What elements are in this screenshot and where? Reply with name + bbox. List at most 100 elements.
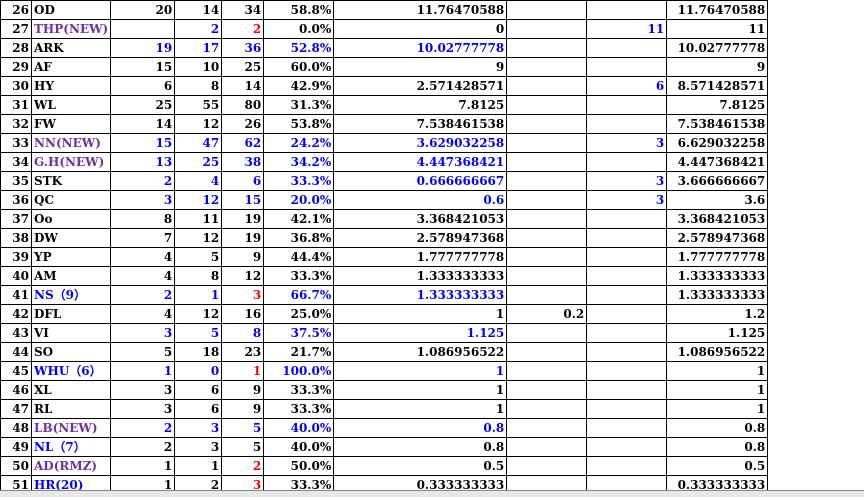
value-b-cell[interactable]: 12 <box>174 228 223 248</box>
ratio-cell[interactable]: 1 <box>333 399 508 419</box>
total-count-cell[interactable]: 5 <box>221 437 265 457</box>
ratio-cell[interactable]: 7.538461538 <box>333 114 508 134</box>
total-score-cell[interactable]: 2.578947368 <box>666 228 769 248</box>
extra-1-cell[interactable] <box>506 228 588 248</box>
total-score-cell[interactable]: 7.538461538 <box>666 114 769 134</box>
extra-1-cell[interactable] <box>506 95 588 115</box>
ratio-cell[interactable]: 0.8 <box>333 418 508 438</box>
name-cell[interactable]: THP(NEW) <box>30 19 112 39</box>
name-cell[interactable]: SO <box>30 342 112 362</box>
ratio-cell[interactable]: 4.447368421 <box>333 152 508 172</box>
percent-cell[interactable]: 58.8% <box>263 0 335 20</box>
extra-2-cell[interactable] <box>586 399 668 419</box>
extra-2-cell[interactable] <box>586 304 668 324</box>
value-a-cell[interactable]: 14 <box>110 114 176 134</box>
extra-2-cell[interactable]: 3 <box>586 171 668 191</box>
percent-cell[interactable]: 24.2% <box>263 133 335 153</box>
value-b-cell[interactable]: 11 <box>174 209 223 229</box>
value-b-cell[interactable]: 14 <box>174 0 223 20</box>
value-a-cell[interactable]: 15 <box>110 133 176 153</box>
ratio-cell[interactable]: 1 <box>333 361 508 381</box>
extra-1-cell[interactable] <box>506 57 588 77</box>
value-b-cell[interactable]: 3 <box>174 418 223 438</box>
total-score-cell[interactable]: 3.368421053 <box>666 209 769 229</box>
value-a-cell[interactable]: 6 <box>110 76 176 96</box>
percent-cell[interactable]: 42.9% <box>263 76 335 96</box>
total-score-cell[interactable]: 7.8125 <box>666 95 769 115</box>
ratio-cell[interactable]: 11.76470588 <box>333 0 508 20</box>
extra-2-cell[interactable]: 6 <box>586 76 668 96</box>
name-cell[interactable]: Oo <box>30 209 112 229</box>
percent-cell[interactable]: 31.3% <box>263 95 335 115</box>
total-count-cell[interactable]: 2 <box>221 456 265 476</box>
total-count-cell[interactable]: 9 <box>221 247 265 267</box>
ratio-cell[interactable]: 0 <box>333 19 508 39</box>
total-count-cell[interactable]: 38 <box>221 152 265 172</box>
ratio-cell[interactable]: 1.125 <box>333 323 508 343</box>
name-cell[interactable]: RL <box>30 399 112 419</box>
value-b-cell[interactable]: 12 <box>174 190 223 210</box>
name-cell[interactable]: AM <box>30 266 112 286</box>
total-count-cell[interactable]: 8 <box>221 323 265 343</box>
ratio-cell[interactable]: 1.333333333 <box>333 285 508 305</box>
total-count-cell[interactable]: 9 <box>221 380 265 400</box>
extra-1-cell[interactable] <box>506 285 588 305</box>
percent-cell[interactable]: 36.8% <box>263 228 335 248</box>
extra-1-cell[interactable] <box>506 152 588 172</box>
ratio-cell[interactable]: 0.6 <box>333 190 508 210</box>
extra-2-cell[interactable] <box>586 228 668 248</box>
total-score-cell[interactable]: 3.6 <box>666 190 769 210</box>
extra-1-cell[interactable] <box>506 266 588 286</box>
total-score-cell[interactable]: 1.2 <box>666 304 769 324</box>
total-score-cell[interactable]: 11 <box>666 19 769 39</box>
value-b-cell[interactable]: 25 <box>174 152 223 172</box>
ratio-cell[interactable]: 1 <box>333 380 508 400</box>
extra-1-cell[interactable] <box>506 437 588 457</box>
value-b-cell[interactable]: 47 <box>174 133 223 153</box>
extra-2-cell[interactable]: 11 <box>586 19 668 39</box>
extra-1-cell[interactable] <box>506 361 588 381</box>
extra-1-cell[interactable] <box>506 399 588 419</box>
percent-cell[interactable]: 40.0% <box>263 418 335 438</box>
ratio-cell[interactable]: 1 <box>333 304 508 324</box>
extra-1-cell[interactable]: 0.2 <box>506 304 588 324</box>
value-a-cell[interactable]: 13 <box>110 152 176 172</box>
total-score-cell[interactable]: 1 <box>666 399 769 419</box>
value-a-cell[interactable]: 7 <box>110 228 176 248</box>
name-cell[interactable]: NN(NEW) <box>30 133 112 153</box>
value-b-cell[interactable]: 18 <box>174 342 223 362</box>
extra-1-cell[interactable] <box>506 76 588 96</box>
total-count-cell[interactable]: 1 <box>221 361 265 381</box>
value-a-cell[interactable]: 3 <box>110 190 176 210</box>
total-count-cell[interactable]: 3 <box>221 285 265 305</box>
value-b-cell[interactable]: 6 <box>174 399 223 419</box>
value-a-cell[interactable]: 4 <box>110 247 176 267</box>
name-cell[interactable]: QC <box>30 190 112 210</box>
name-cell[interactable]: NS（9） <box>30 285 112 305</box>
percent-cell[interactable]: 20.0% <box>263 190 335 210</box>
value-a-cell[interactable]: 4 <box>110 304 176 324</box>
name-cell[interactable]: AD(RMZ) <box>30 456 112 476</box>
value-a-cell[interactable]: 2 <box>110 437 176 457</box>
total-score-cell[interactable]: 3.666666667 <box>666 171 769 191</box>
extra-2-cell[interactable] <box>586 437 668 457</box>
extra-2-cell[interactable]: 3 <box>586 190 668 210</box>
value-b-cell[interactable]: 1 <box>174 285 223 305</box>
total-count-cell[interactable]: 23 <box>221 342 265 362</box>
name-cell[interactable]: YP <box>30 247 112 267</box>
extra-1-cell[interactable] <box>506 380 588 400</box>
value-a-cell[interactable]: 4 <box>110 266 176 286</box>
value-b-cell[interactable]: 1 <box>174 456 223 476</box>
extra-2-cell[interactable] <box>586 456 668 476</box>
total-count-cell[interactable]: 80 <box>221 95 265 115</box>
percent-cell[interactable]: 33.3% <box>263 399 335 419</box>
total-score-cell[interactable]: 1.125 <box>666 323 769 343</box>
percent-cell[interactable]: 42.1% <box>263 209 335 229</box>
extra-2-cell[interactable] <box>586 361 668 381</box>
name-cell[interactable]: WL <box>30 95 112 115</box>
extra-1-cell[interactable] <box>506 171 588 191</box>
ratio-cell[interactable]: 0.5 <box>333 456 508 476</box>
total-count-cell[interactable]: 25 <box>221 57 265 77</box>
name-cell[interactable]: XL <box>30 380 112 400</box>
name-cell[interactable]: LB(NEW) <box>30 418 112 438</box>
